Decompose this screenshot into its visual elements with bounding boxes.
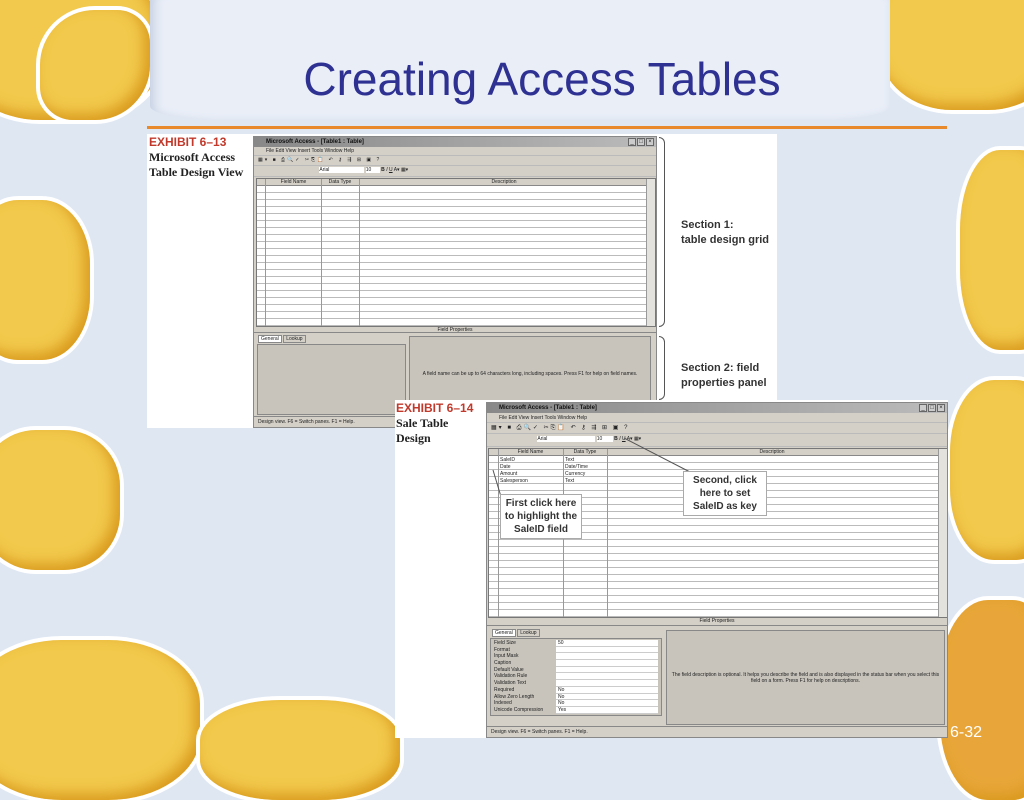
callout-set-key: Second, click here to set SaleID as key <box>683 471 767 516</box>
arrow-to-key-button <box>623 437 691 473</box>
page-number: 6-32 <box>950 724 983 741</box>
callout-arrows <box>492 437 691 501</box>
callout-highlight-field: First click here to highlight the SaleID… <box>500 494 582 539</box>
